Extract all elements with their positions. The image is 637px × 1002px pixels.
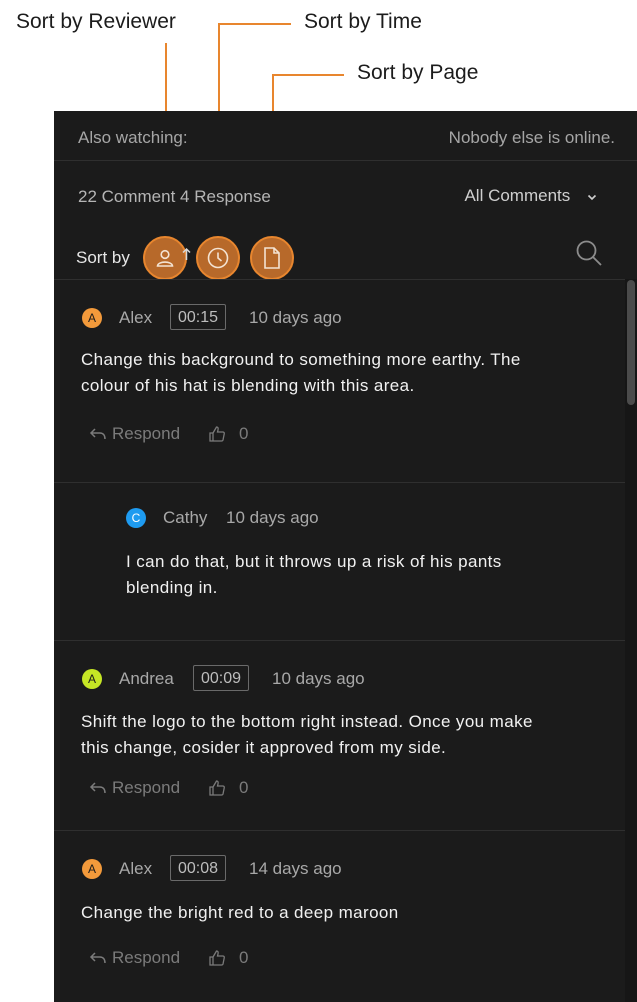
comment-age: 14 days ago	[249, 859, 342, 878]
sort-direction-arrow-icon	[182, 247, 191, 260]
timecode-link[interactable]: 00:09	[193, 665, 250, 691]
chevron-down-icon	[587, 190, 597, 204]
search-icon	[576, 240, 602, 266]
like-count: 0	[239, 948, 249, 967]
comment-item: A Andrea 00:09 10 days ago Shift the log…	[54, 641, 625, 830]
comment-age: 10 days ago	[249, 308, 342, 327]
comment-item: A Alex 00:15 10 days ago Change this bac…	[54, 280, 625, 482]
respond-button[interactable]: Respond	[89, 424, 180, 444]
comment-text-line: colour of his hat is blending with this …	[81, 376, 415, 395]
avatar: A	[82, 669, 102, 689]
leader-line-time-h	[218, 23, 291, 25]
reply-icon	[89, 782, 106, 794]
callout-sort-by-page: Sort by Page	[357, 61, 479, 84]
respond-label: Respond	[112, 778, 181, 797]
comment-author: Cathy	[163, 508, 208, 527]
clock-icon	[207, 247, 229, 269]
comment-text-line: I can do that, but it throws up a risk o…	[126, 552, 502, 571]
respond-button[interactable]: Respond	[89, 948, 180, 968]
sort-by-label: Sort by	[76, 248, 130, 267]
online-status: Nobody else is online.	[448, 128, 615, 147]
like-button[interactable]: 0	[208, 948, 248, 968]
comment-text: Change the bright red to a deep maroon	[81, 900, 399, 926]
comment-text: I can do that, but it throws up a risk o…	[126, 549, 502, 601]
avatar: C	[126, 508, 146, 528]
comment-text-line: Change the bright red to a deep maroon	[81, 903, 399, 922]
callout-sort-by-reviewer: Sort by Reviewer	[16, 10, 176, 33]
comment-author: Alex	[119, 308, 153, 327]
like-button[interactable]: 0	[208, 778, 248, 798]
respond-label: Respond	[112, 948, 181, 967]
reply-icon	[89, 952, 106, 964]
comment-age: 10 days ago	[272, 669, 365, 688]
timecode-link[interactable]: 00:08	[170, 855, 227, 881]
respond-button[interactable]: Respond	[89, 778, 180, 798]
timecode-link[interactable]: 00:15	[170, 304, 227, 330]
respond-label: Respond	[112, 424, 181, 443]
page-icon	[264, 247, 280, 269]
comment-text: Shift the logo to the bottom right inste…	[81, 709, 533, 761]
like-button[interactable]: 0	[208, 424, 248, 444]
comment-count-summary: 22 Comment 4 Response	[78, 187, 271, 206]
reply-item: C Cathy 10 days ago I can do that, but i…	[54, 483, 625, 640]
thumbs-up-icon	[209, 780, 225, 796]
scrollbar-thumb[interactable]	[627, 280, 635, 405]
filter-dropdown[interactable]: All Comments	[464, 186, 597, 206]
callout-sort-by-time: Sort by Time	[304, 10, 422, 33]
avatar: A	[82, 859, 102, 879]
like-count: 0	[239, 424, 249, 443]
thumbs-up-icon	[209, 950, 225, 966]
filter-dropdown-label: All Comments	[464, 186, 571, 205]
comment-item: A Alex 00:08 14 days ago Change the brig…	[54, 831, 625, 1002]
like-count: 0	[239, 778, 249, 797]
sort-by-reviewer-button[interactable]	[143, 236, 187, 280]
comment-author: Andrea	[119, 669, 174, 688]
comment-text-line: Shift the logo to the bottom right inste…	[81, 712, 533, 731]
sort-by-time-button[interactable]	[196, 236, 240, 280]
divider	[54, 160, 637, 161]
search-button[interactable]	[575, 239, 603, 267]
comment-text-line: Change this background to something more…	[81, 350, 521, 369]
comments-panel: Also watching: Nobody else is online. 22…	[54, 111, 637, 1002]
sort-by-page-button[interactable]	[250, 236, 294, 280]
avatar: A	[82, 308, 102, 328]
comment-author: Alex	[119, 859, 153, 878]
comment-text-line: blending in.	[126, 578, 218, 597]
comment-text-line: this change, cosider it approved from my…	[81, 738, 447, 757]
comment-text: Change this background to something more…	[81, 347, 521, 399]
person-icon	[156, 249, 174, 267]
scrollbar[interactable]	[625, 279, 637, 1002]
also-watching-label: Also watching:	[78, 128, 188, 147]
reply-icon	[89, 428, 106, 440]
comment-age: 10 days ago	[226, 508, 319, 527]
thumbs-up-icon	[209, 426, 225, 442]
leader-line-page-h	[272, 74, 344, 76]
